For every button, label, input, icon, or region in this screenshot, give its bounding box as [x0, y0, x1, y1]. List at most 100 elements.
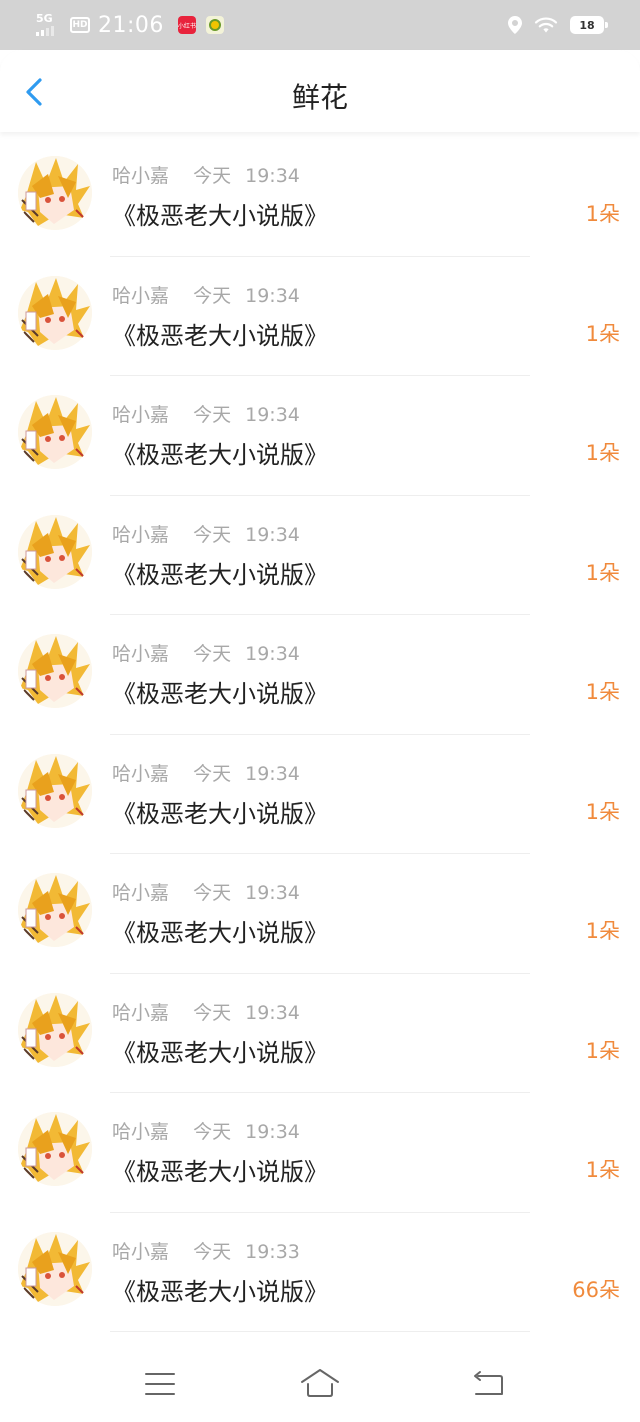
time-label: 19:34 — [245, 1001, 300, 1024]
xiaohongshu-notification-icon: 小红书 — [177, 16, 196, 34]
list-item[interactable]: 哈小嘉 今天 19:34 《极恶老大小说版》 1朵 — [0, 257, 640, 376]
date-label: 今天 — [193, 1240, 232, 1263]
avatar[interactable] — [18, 634, 92, 708]
back-nav-button[interactable] — [468, 1366, 508, 1402]
time-label: 19:34 — [245, 643, 300, 665]
username[interactable]: 哈小嘉 — [112, 643, 169, 665]
book-title[interactable]: 《极恶老大小说版》 — [112, 913, 328, 948]
list-item[interactable]: 哈小嘉 今天 19:33 《极恶老大小说版》 66朵 — [0, 1213, 640, 1332]
location-icon — [508, 16, 522, 34]
item-meta: 哈小嘉 今天 19:34 — [112, 759, 300, 786]
home-button[interactable] — [300, 1366, 340, 1402]
username[interactable]: 哈小嘉 — [112, 1121, 169, 1143]
list-item[interactable]: 哈小嘉 今天 19:34 《极恶老大小说版》 1朵 — [0, 376, 640, 496]
cellular-signal-icon: 5G — [36, 12, 64, 38]
avatar[interactable] — [18, 1231, 92, 1306]
list-item[interactable]: 哈小嘉 今天 19:34 《极恶老大小说版》 1朵 — [0, 735, 640, 854]
time-label: 19:34 — [245, 404, 300, 426]
list-item[interactable]: 哈小嘉 今天 19:34 《极恶老大小说版》 1朵 — [0, 496, 640, 615]
list-item[interactable]: 哈小嘉 今天 19:34 《极恶老大小说版》 1朵 — [0, 1093, 640, 1213]
avatar[interactable] — [18, 1112, 92, 1186]
battery-level: 18 — [579, 18, 595, 32]
flower-count: 1朵 — [585, 202, 620, 226]
date-label: 今天 — [193, 643, 232, 665]
username[interactable]: 哈小嘉 — [112, 404, 169, 426]
item-meta: 哈小嘉 今天 19:34 — [112, 878, 300, 905]
network-type: 5G — [36, 12, 53, 25]
avatar[interactable] — [18, 514, 92, 589]
avatar[interactable] — [18, 873, 92, 947]
username[interactable]: 哈小嘉 — [112, 763, 169, 785]
flower-count: 66朵 — [572, 1277, 620, 1302]
username[interactable]: 哈小嘉 — [112, 882, 169, 904]
date-label: 今天 — [193, 762, 232, 785]
avatar[interactable] — [18, 156, 92, 230]
item-meta: 哈小嘉 今天 19:34 — [112, 1117, 300, 1144]
page-title: 鲜花 — [291, 81, 348, 114]
book-title[interactable]: 《极恶老大小说版》 — [112, 1272, 328, 1307]
item-meta: 哈小嘉 今天 19:34 — [112, 639, 300, 666]
item-meta: 哈小嘉 今天 19:33 — [112, 1237, 300, 1264]
book-title[interactable]: 《极恶老大小说版》 — [112, 794, 328, 829]
time-label: 19:34 — [245, 762, 300, 785]
date-label: 今天 — [193, 1001, 232, 1024]
list-item[interactable]: 哈小嘉 今天 19:34 《极恶老大小说版》 1朵 — [0, 615, 640, 735]
book-title[interactable]: 《极恶老大小说版》 — [112, 674, 328, 709]
book-title[interactable]: 《极恶老大小说版》 — [112, 555, 328, 590]
item-meta: 哈小嘉 今天 19:34 — [112, 998, 300, 1025]
date-label: 今天 — [193, 284, 232, 307]
battery-icon: 18 — [570, 16, 608, 34]
item-meta: 哈小嘉 今天 19:34 — [112, 161, 300, 188]
flower-count: 1朵 — [585, 799, 620, 824]
username[interactable]: 哈小嘉 — [112, 1002, 169, 1024]
menu-icon — [145, 1373, 175, 1395]
status-bar: 5G HD 21:06 小红书 18 — [0, 0, 640, 50]
avatar[interactable] — [18, 753, 92, 828]
avatar[interactable] — [18, 395, 92, 469]
username[interactable]: 哈小嘉 — [112, 524, 169, 546]
time-label: 19:34 — [245, 165, 300, 187]
username[interactable]: 哈小嘉 — [112, 165, 169, 187]
time-label: 19:33 — [245, 1240, 300, 1263]
flower-count: 1朵 — [585, 919, 620, 943]
username[interactable]: 哈小嘉 — [112, 285, 169, 307]
time-label: 19:34 — [245, 523, 300, 546]
status-bar-left: 5G HD 21:06 小红书 — [36, 10, 224, 40]
avatar[interactable] — [18, 992, 92, 1067]
divider — [110, 1331, 530, 1332]
list-item[interactable]: 哈小嘉 今天 19:34 《极恶老大小说版》 1朵 — [0, 137, 640, 257]
date-label: 今天 — [193, 165, 232, 187]
book-title[interactable]: 《极恶老大小说版》 — [112, 1033, 328, 1068]
flower-count: 1朵 — [585, 1038, 620, 1063]
username[interactable]: 哈小嘉 — [112, 1241, 169, 1263]
time-label: 19:34 — [245, 1121, 300, 1143]
status-bar-right: 18 — [508, 12, 608, 38]
system-nav-bar — [0, 1346, 640, 1422]
book-title[interactable]: 《极恶老大小说版》 — [112, 196, 328, 231]
book-title[interactable]: 《极恶老大小说版》 — [112, 1152, 328, 1187]
book-title[interactable]: 《极恶老大小说版》 — [112, 435, 328, 470]
flower-count: 1朵 — [585, 321, 620, 346]
hd-badge: HD — [70, 17, 90, 33]
date-label: 今天 — [193, 882, 232, 904]
item-meta: 哈小嘉 今天 19:34 — [112, 400, 300, 427]
flower-count: 1朵 — [585, 560, 620, 585]
list-item[interactable]: 哈小嘉 今天 19:34 《极恶老大小说版》 1朵 — [0, 854, 640, 974]
flower-list: 哈小嘉 今天 19:34 《极恶老大小说版》 1朵 哈小嘉 今天 19:34 《… — [0, 137, 640, 1332]
flower-count: 1朵 — [585, 441, 620, 465]
flower-count: 1朵 — [585, 680, 620, 704]
header: 鲜花 — [0, 50, 640, 132]
status-time: 21:06 — [98, 12, 164, 38]
date-label: 今天 — [193, 404, 232, 426]
date-label: 今天 — [193, 523, 232, 546]
time-label: 19:34 — [245, 882, 300, 904]
avatar[interactable] — [18, 275, 92, 350]
list-item[interactable]: 哈小嘉 今天 19:34 《极恶老大小说版》 1朵 — [0, 974, 640, 1093]
flower-count: 1朵 — [585, 1158, 620, 1182]
wifi-icon — [534, 17, 558, 33]
app-notification-icon — [205, 16, 224, 34]
book-title[interactable]: 《极恶老大小说版》 — [112, 316, 328, 351]
menu-button[interactable] — [140, 1366, 180, 1402]
home-icon — [301, 1369, 339, 1397]
item-meta: 哈小嘉 今天 19:34 — [112, 520, 300, 547]
